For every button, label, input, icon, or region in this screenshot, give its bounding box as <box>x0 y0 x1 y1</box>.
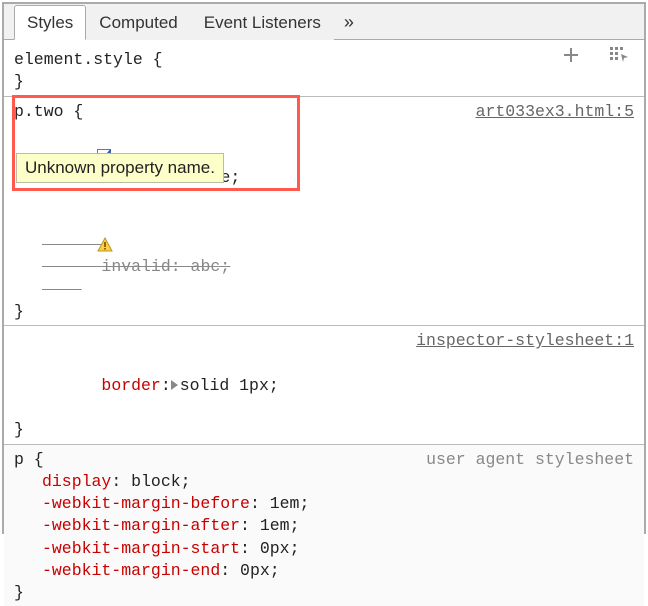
new-rule-icon[interactable] <box>560 44 582 66</box>
brace-close: } <box>14 420 24 439</box>
rule-inspector-section: p { inspector-stylesheet:1 border:solid … <box>4 326 644 444</box>
decl-row: -webkit-margin-start: 0px; <box>14 538 634 560</box>
warning-icon <box>18 215 36 233</box>
decl-border-row[interactable]: border:solid 1px; <box>14 352 634 419</box>
prop-value[interactable]: solid 1px <box>180 376 269 395</box>
tab-styles[interactable]: Styles <box>14 5 86 40</box>
element-states-icon[interactable] <box>608 44 630 66</box>
rule-inspector-source-link[interactable]: inspector-stylesheet:1 <box>416 330 634 352</box>
checkbox-icon[interactable] <box>18 126 36 144</box>
styles-panel: Styles Computed Event Listeners » elemen… <box>2 2 646 534</box>
brace-close: } <box>14 302 24 321</box>
brace-open: { <box>143 50 163 69</box>
rule-ptwo-section: p.two { art033ex3.html:5 color: blue; in… <box>4 97 644 327</box>
decl-row: -webkit-margin-before: 1em; <box>14 493 634 515</box>
brace-close: } <box>14 583 24 602</box>
prop-name[interactable]: border <box>101 376 160 395</box>
tab-computed[interactable]: Computed <box>86 5 190 40</box>
tab-bar: Styles Computed Event Listeners » <box>4 4 644 40</box>
prop-value[interactable]: abc <box>191 257 221 276</box>
expand-shorthand-icon[interactable] <box>171 380 178 390</box>
decl-invalid-row[interactable]: invalid: abc; <box>14 212 634 301</box>
rule-ua-section: p { user agent stylesheet display: block… <box>4 445 644 606</box>
tab-overflow[interactable]: » <box>334 4 364 39</box>
rule-ptwo-source-link[interactable]: art033ex3.html:5 <box>476 101 634 123</box>
decl-row: -webkit-margin-end: 0px; <box>14 560 634 582</box>
decl-row: display: block; <box>14 471 634 493</box>
inline-style-selector: element.style <box>14 50 143 69</box>
ua-stylesheet-label: user agent stylesheet <box>426 449 634 471</box>
inline-style-section: element.style { } <box>4 40 644 97</box>
rule-ptwo-selector[interactable]: p.two <box>14 102 64 121</box>
prop-name[interactable]: invalid <box>101 257 170 276</box>
tab-event-listeners[interactable]: Event Listeners <box>191 5 334 40</box>
brace-close: } <box>14 72 24 91</box>
error-tooltip: Unknown property name. <box>16 153 224 184</box>
rule-ua-selector: p <box>14 450 24 469</box>
decl-row: -webkit-margin-after: 1em; <box>14 515 634 537</box>
